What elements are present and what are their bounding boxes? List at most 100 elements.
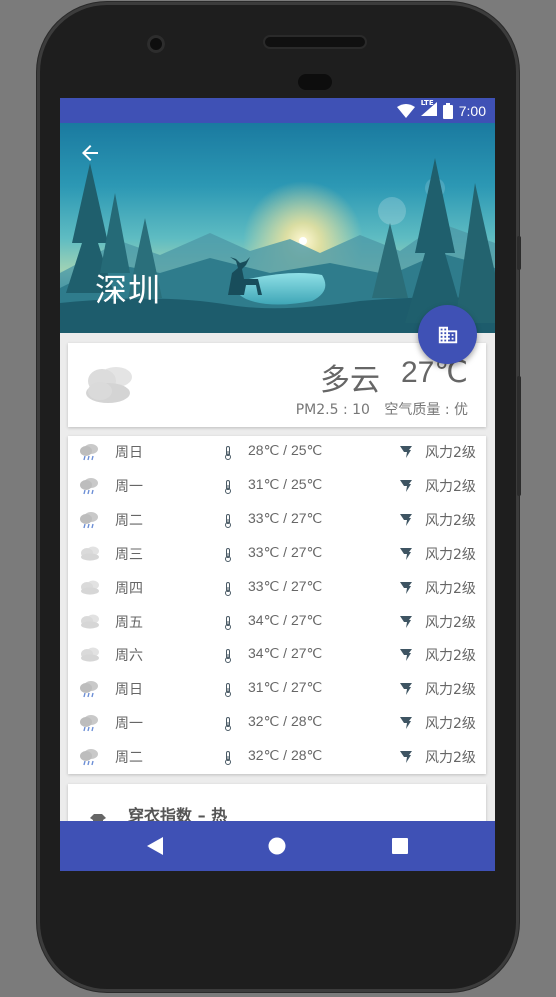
app-screen: LTE 7:00 深圳 多云 27℃ PM2.5: 10 空气质量: 优 周… xyxy=(60,98,495,871)
forecast-day: 周五 xyxy=(115,614,143,631)
wind-icon xyxy=(399,614,413,633)
forecast-wind: 风力2级 xyxy=(425,546,476,563)
wind-icon xyxy=(399,478,413,497)
back-arrow-icon[interactable] xyxy=(78,141,102,165)
forecast-row: 周二 32℃ / 28℃ 风力2级 xyxy=(68,741,486,775)
cloudy-icon xyxy=(80,545,100,565)
wind-icon xyxy=(399,580,413,599)
rain-icon xyxy=(80,748,100,770)
forecast-day: 周一 xyxy=(115,716,143,733)
forecast-temperature: 34℃ / 27℃ xyxy=(248,645,323,662)
forecast-wind: 风力2级 xyxy=(425,648,476,665)
rain-icon xyxy=(80,714,100,736)
home-nav-button[interactable] xyxy=(247,821,307,871)
wind-icon xyxy=(399,647,413,666)
wind-icon xyxy=(399,512,413,531)
navigation-bar xyxy=(60,821,495,871)
forecast-row: 周一 32℃ / 28℃ 风力2级 xyxy=(68,707,486,741)
forecast-temperature: 31℃ / 27℃ xyxy=(248,679,323,696)
forecast-day: 周三 xyxy=(115,546,143,563)
city-name: 深圳 xyxy=(95,271,162,309)
wind-icon xyxy=(399,749,413,768)
back-nav-button[interactable] xyxy=(125,821,185,871)
cloudy-icon xyxy=(80,646,100,666)
thermometer-icon xyxy=(224,615,232,634)
thermometer-icon xyxy=(224,547,232,566)
city-header: 深圳 xyxy=(60,123,495,333)
forecast-day: 周日 xyxy=(115,445,143,461)
recents-square-icon xyxy=(392,838,408,854)
rain-icon xyxy=(80,511,100,533)
pm25-value: PM2.5 : 10 xyxy=(295,402,370,418)
wifi-icon xyxy=(396,104,415,118)
wind-icon xyxy=(399,546,413,565)
battery-icon xyxy=(442,103,453,119)
forecast-row: 周三 33℃ / 27℃ 风力2级 xyxy=(68,538,486,572)
air-quality-value: 空气质量 : 优 xyxy=(384,402,468,418)
forecast-row: 周五 34℃ / 27℃ 风力2级 xyxy=(68,606,486,640)
status-time: 7:00 xyxy=(458,103,486,119)
power-button xyxy=(517,376,521,496)
cloudy-icon xyxy=(80,613,100,633)
status-bar: LTE 7:00 xyxy=(60,98,495,123)
forecast-temperature: 33℃ / 27℃ xyxy=(248,509,323,526)
forecast-wind: 风力2级 xyxy=(425,580,476,597)
forecast-temperature: 34℃ / 27℃ xyxy=(248,611,323,628)
forecast-row: 周二 33℃ / 27℃ 风力2级 xyxy=(68,504,486,538)
recents-nav-button[interactable] xyxy=(370,821,430,871)
forecast-wind: 风力2级 xyxy=(425,750,476,767)
front-camera xyxy=(147,35,165,53)
forecast-wind: 风力2级 xyxy=(425,716,476,733)
forecast-day: 周四 xyxy=(115,580,143,597)
forecast-wind: 风力2级 xyxy=(425,445,476,461)
wind-icon xyxy=(399,681,413,700)
thermometer-icon xyxy=(224,648,232,667)
thermometer-icon xyxy=(224,581,232,600)
rain-icon xyxy=(80,443,100,465)
forecast-list: 周日 28℃ / 25℃ 风力2级 周一 31℃ / 25℃ 风力2级 周二 33℃ / 27… xyxy=(68,436,486,774)
thermometer-icon xyxy=(224,682,232,701)
forecast-day: 周二 xyxy=(115,512,143,529)
forecast-wind: 风力2级 xyxy=(425,682,476,699)
forecast-temperature: 33℃ / 27℃ xyxy=(248,577,323,594)
volume-button xyxy=(517,236,521,270)
forecast-temperature: 31℃ / 25℃ xyxy=(248,475,323,492)
rain-icon xyxy=(80,680,100,702)
forecast-temperature: 28℃ / 25℃ xyxy=(248,442,323,458)
city-select-button[interactable] xyxy=(418,305,477,364)
cloudy-icon xyxy=(80,579,100,599)
forecast-row: 周四 33℃ / 27℃ 风力2级 xyxy=(68,572,486,606)
building-icon xyxy=(438,326,457,343)
thermometer-icon xyxy=(224,513,232,532)
forecast-row: 周日 31℃ / 27℃ 风力2级 xyxy=(68,673,486,707)
earpiece-speaker xyxy=(265,37,365,47)
proximity-sensor xyxy=(298,74,332,90)
forecast-wind: 风力2级 xyxy=(425,614,476,631)
wind-icon xyxy=(399,444,413,463)
forecast-wind: 风力2级 xyxy=(425,512,476,529)
forecast-temperature: 33℃ / 27℃ xyxy=(248,543,323,560)
signal-icon: LTE xyxy=(420,99,437,120)
wind-icon xyxy=(399,715,413,734)
forecast-day: 周日 xyxy=(115,682,143,699)
forecast-day: 周二 xyxy=(115,750,143,767)
forecast-day: 周六 xyxy=(115,648,143,665)
thermometer-icon xyxy=(224,750,232,769)
forecast-wind: 风力2级 xyxy=(425,478,476,495)
home-circle-icon xyxy=(268,837,286,855)
forecast-temperature: 32℃ / 28℃ xyxy=(248,713,323,730)
current-weather-card: 多云 27℃ PM2.5 : 10 空气质量 : 优 xyxy=(68,343,486,427)
forecast-temperature: 32℃ / 28℃ xyxy=(248,747,323,764)
forecast-row: 周一 31℃ / 25℃ 风力2级 xyxy=(68,470,486,504)
thermometer-icon xyxy=(224,479,232,498)
current-condition: 多云 xyxy=(320,363,380,398)
air-quality-line: PM2.5 : 10 空气质量 : 优 xyxy=(296,399,468,419)
thermometer-icon xyxy=(224,716,232,735)
forecast-day: 周一 xyxy=(115,478,143,495)
forecast-row: 周日 28℃ / 25℃ 风力2级 xyxy=(68,436,486,470)
back-triangle-icon xyxy=(147,837,163,855)
cloudy-icon xyxy=(86,367,132,403)
network-type: LTE xyxy=(420,99,434,107)
forecast-row: 周六 34℃ / 27℃ 风力2级 xyxy=(68,639,486,673)
rain-icon xyxy=(80,477,100,499)
